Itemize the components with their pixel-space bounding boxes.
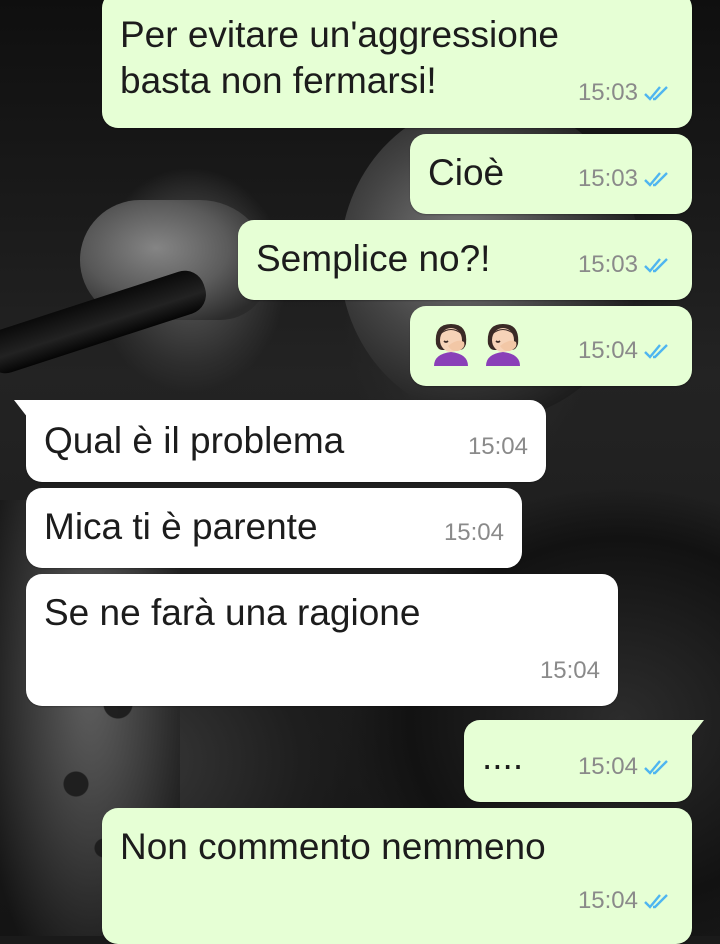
double-check-icon — [644, 344, 668, 359]
message-meta: 15:04 — [540, 648, 600, 694]
message-text: .... — [482, 736, 524, 777]
message-text: Non commento nemmeno — [120, 826, 546, 867]
message-incoming[interactable]: Qual è il problema 15:04 — [14, 400, 546, 482]
bubble-tail — [690, 720, 704, 738]
woman-facepalming-icon — [434, 324, 468, 366]
message-meta: 15:03 — [578, 242, 674, 288]
message-text: Mica ti è parente — [44, 506, 318, 547]
message-time: 15:03 — [577, 79, 638, 106]
double-check-icon — [644, 172, 668, 187]
message-meta: 15:04 — [444, 510, 504, 556]
message-text: Semplice no?! — [256, 238, 491, 279]
double-check-icon — [644, 894, 668, 909]
message-time: 15:04 — [539, 657, 600, 684]
message-text: Se ne farà una ragione — [44, 592, 421, 633]
message-time: 15:04 — [577, 887, 638, 914]
message-outgoing[interactable]: .... 15:04 — [464, 720, 704, 802]
message-time: 15:04 — [577, 753, 638, 780]
message-meta: 15:03 — [578, 70, 674, 116]
message-incoming[interactable]: Mica ti è parente 15:04 — [26, 488, 522, 568]
message-outgoing[interactable]: 15:04 — [410, 306, 692, 386]
message-text: Cioè — [428, 152, 505, 193]
message-text: Qual è il problema — [44, 420, 345, 461]
double-check-icon — [644, 258, 668, 273]
message-incoming[interactable]: Se ne farà una ragione 15:04 — [26, 574, 618, 706]
message-time: 15:04 — [577, 337, 638, 364]
bubble-tail — [14, 400, 28, 418]
message-meta: 15:04 — [578, 878, 674, 924]
message-time: 15:04 — [467, 433, 528, 460]
message-meta: 15:04 — [578, 744, 674, 790]
message-text: Per evitare un'aggressione basta non fer… — [120, 14, 559, 101]
message-meta: 15:03 — [578, 156, 674, 202]
message-outgoing[interactable]: Per evitare un'aggressione basta non fer… — [102, 0, 692, 128]
message-time: 15:04 — [443, 519, 504, 546]
message-meta: 15:04 — [578, 328, 674, 374]
double-check-icon — [644, 86, 668, 101]
message-outgoing[interactable]: Cioè 15:03 — [410, 134, 692, 214]
woman-facepalming-icon — [486, 324, 520, 366]
message-emoji — [428, 320, 526, 366]
double-check-icon — [644, 760, 668, 775]
message-time: 15:03 — [577, 251, 638, 278]
message-time: 15:03 — [577, 165, 638, 192]
message-outgoing[interactable]: Non commento nemmeno 15:04 — [102, 808, 692, 944]
message-meta: 15:04 — [468, 424, 528, 470]
message-outgoing[interactable]: Semplice no?! 15:03 — [238, 220, 692, 300]
